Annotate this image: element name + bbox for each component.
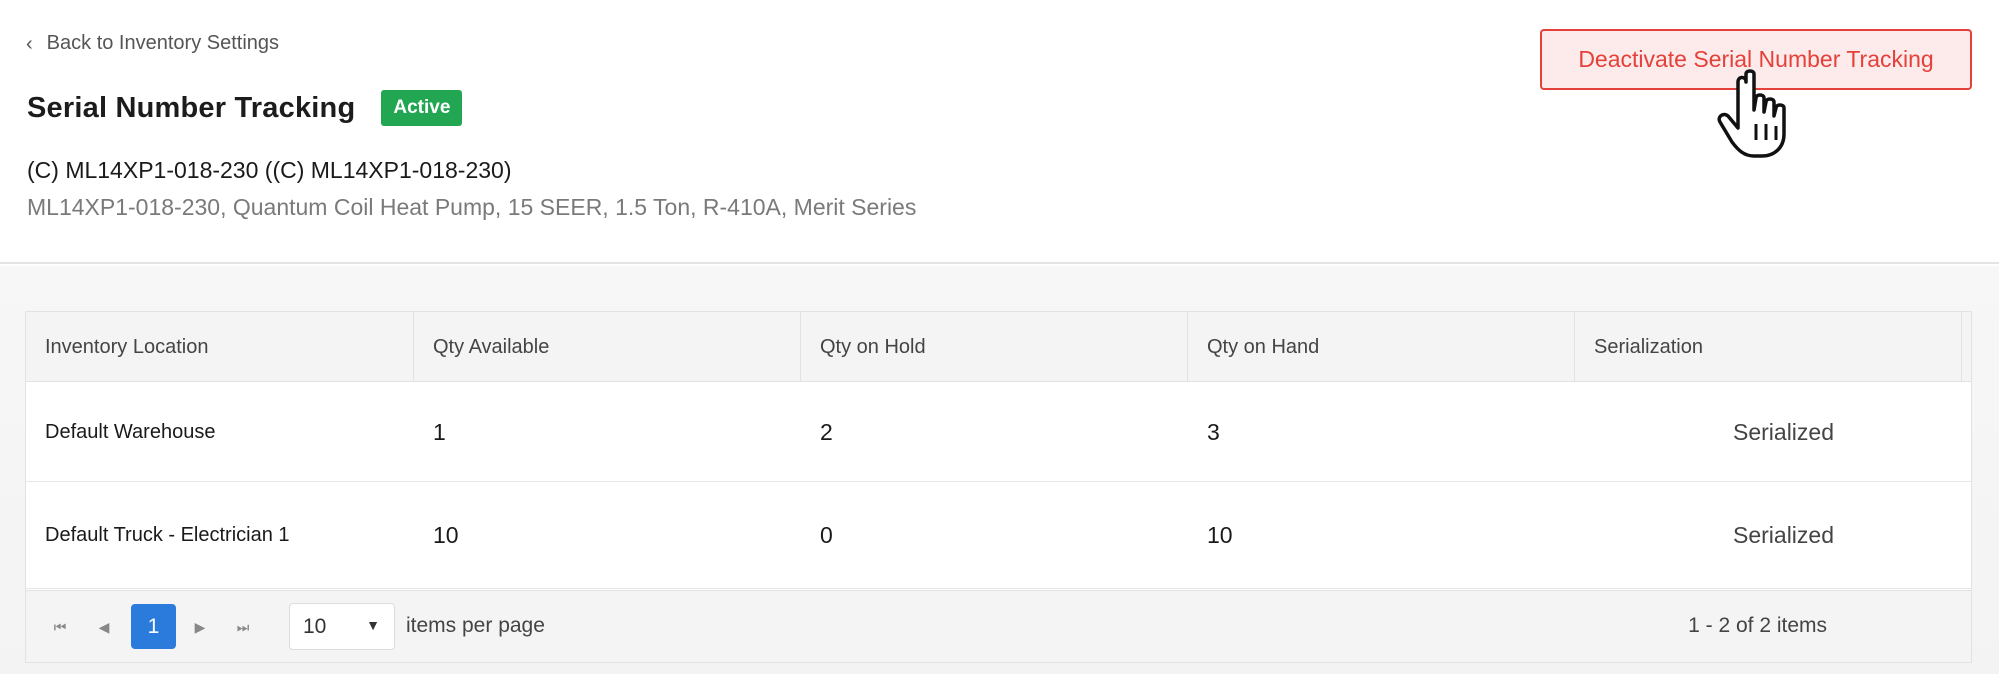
column-header-serialization[interactable]: Serialization: [1575, 312, 1962, 382]
page-title: Serial Number Tracking: [27, 91, 356, 124]
cell-qty-on-hold: 2: [820, 418, 833, 445]
caret-down-icon: ▼: [366, 617, 380, 633]
per-page-label: items per page: [406, 614, 545, 637]
first-page-icon[interactable]: ⏮: [42, 609, 78, 645]
page-size-select[interactable]: 10 ▼: [289, 603, 395, 650]
column-header-qty-on-hand[interactable]: Qty on Hand: [1188, 312, 1575, 382]
current-page-button[interactable]: 1: [131, 604, 176, 649]
back-link-label: Back to Inventory Settings: [46, 32, 280, 54]
page-header: ‹ Back to Inventory Settings Serial Numb…: [0, 0, 1999, 264]
chevron-left-icon: ‹: [26, 32, 33, 55]
item-code: (C) ML14XP1-018-230 ((C) ML14XP1-018-230…: [27, 157, 512, 183]
cell-qty-available: 1: [433, 418, 446, 445]
cell-qty-on-hold: 0: [820, 521, 833, 548]
pagination-range: 1 - 2 of 2 items: [1688, 614, 1827, 637]
column-header-qty-on-hold[interactable]: Qty on Hold: [801, 312, 1188, 382]
title-row: Serial Number Tracking Active: [27, 90, 463, 126]
column-header-qty-available[interactable]: Qty Available: [414, 312, 801, 382]
table-row[interactable]: Default Warehouse 1 2 3 Serialized: [26, 383, 1971, 482]
pagination-bar: ⏮ ◀ 1 ▶ ⏭ 10 ▼ items per page 1 - 2 of 2…: [26, 590, 1971, 662]
pointer-hand-icon: [1717, 69, 1786, 158]
next-page-icon[interactable]: ▶: [182, 609, 218, 645]
table-row[interactable]: Default Truck - Electrician 1 10 0 10 Se…: [26, 482, 1971, 589]
cell-serialization: Serialized: [1733, 521, 1834, 548]
cell-qty-on-hand: 3: [1207, 418, 1220, 445]
column-header-location[interactable]: Inventory Location: [26, 312, 414, 382]
last-page-icon[interactable]: ⏭: [225, 609, 261, 645]
prev-page-icon[interactable]: ◀: [86, 609, 122, 645]
page-size-value: 10: [303, 614, 327, 638]
cell-qty-available: 10: [433, 521, 459, 548]
cell-serialization: Serialized: [1733, 418, 1834, 445]
back-link[interactable]: ‹ Back to Inventory Settings: [26, 32, 279, 55]
cell-location: Default Warehouse: [45, 420, 216, 443]
grid-header: Inventory Location Qty Available Qty on …: [26, 312, 1971, 382]
item-description: ML14XP1-018-230, Quantum Coil Heat Pump,…: [27, 194, 917, 220]
cell-location: Default Truck - Electrician 1: [45, 523, 290, 546]
status-badge: Active: [381, 90, 463, 126]
cell-qty-on-hand: 10: [1207, 521, 1233, 548]
inventory-grid: Inventory Location Qty Available Qty on …: [25, 311, 1972, 663]
